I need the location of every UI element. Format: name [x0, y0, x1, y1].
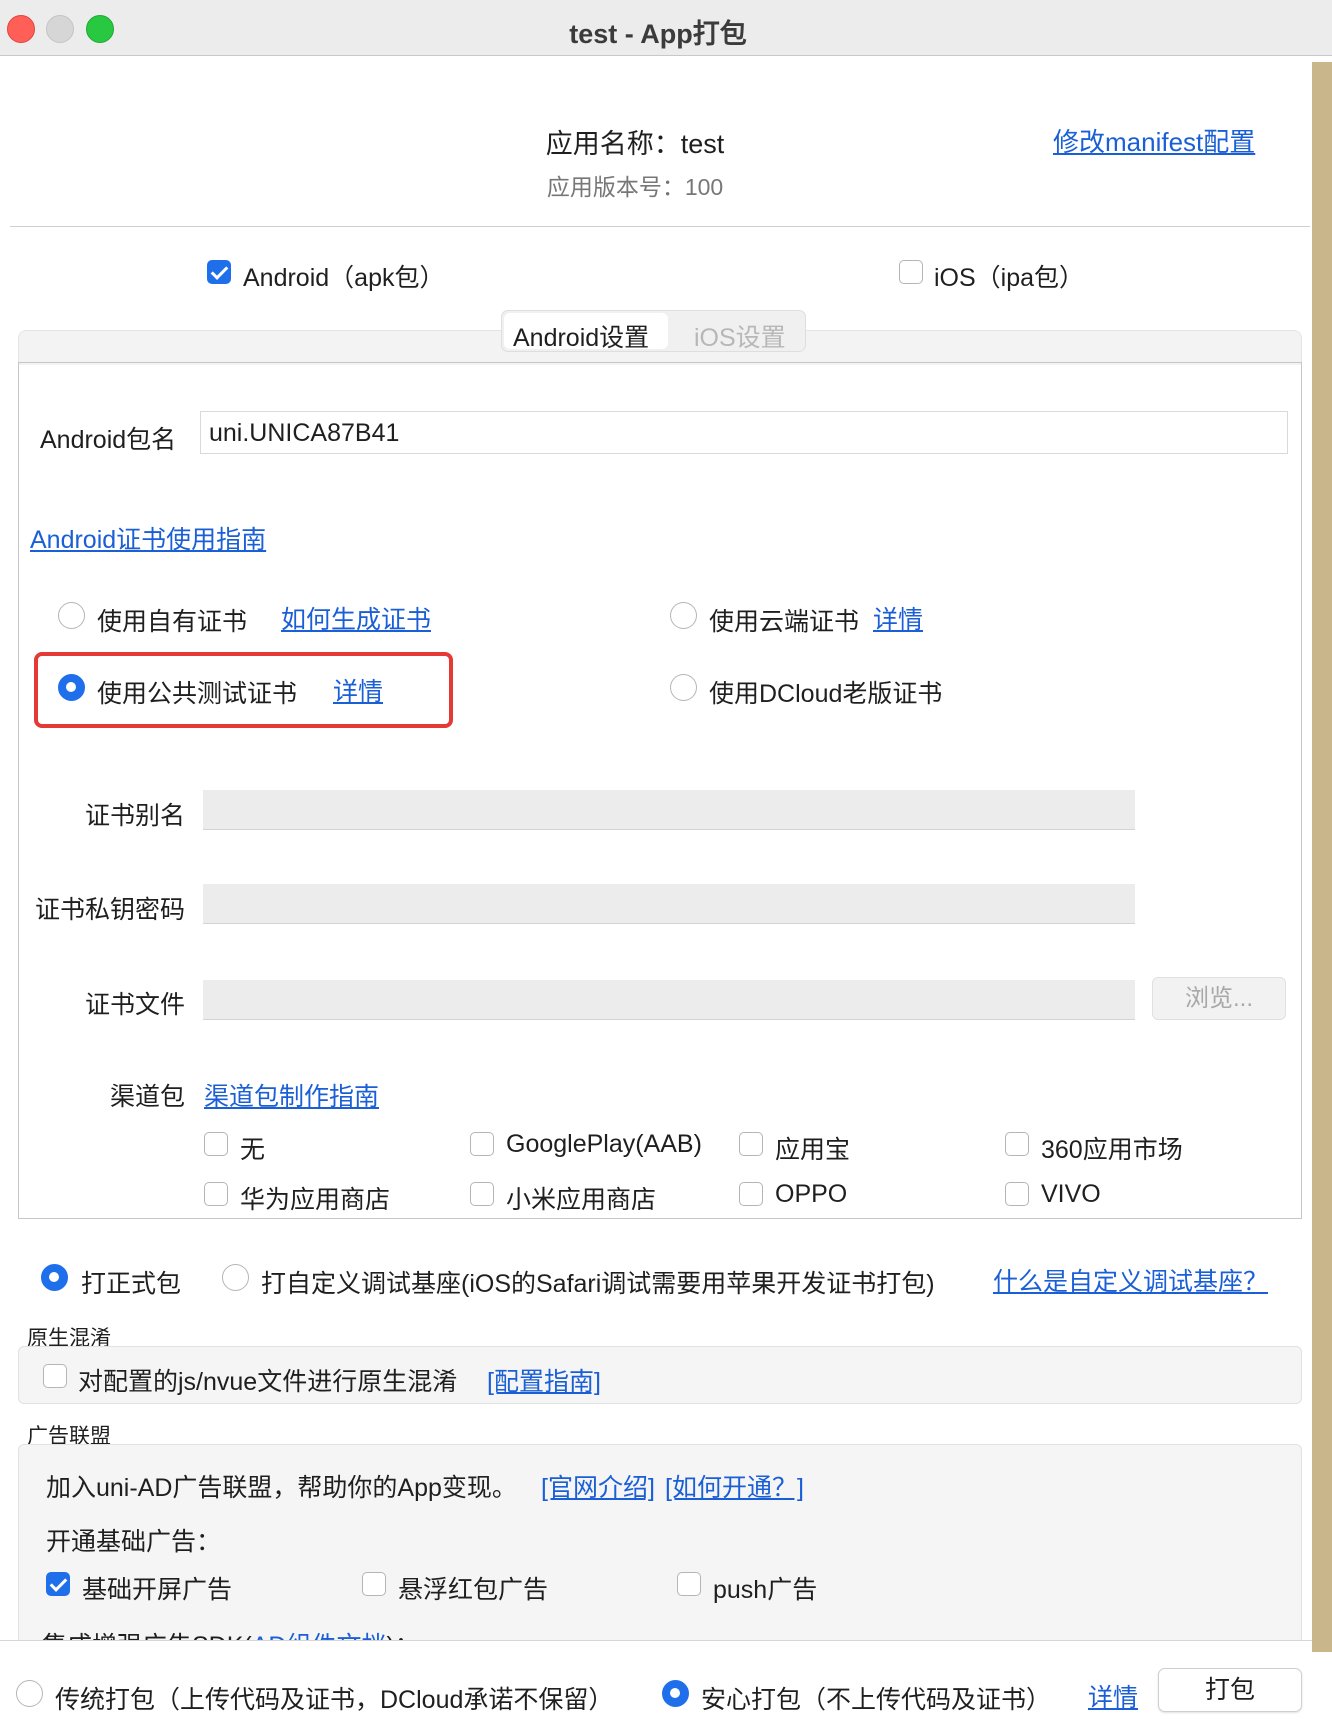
channel-oppo-label: OPPO [775, 1180, 848, 1208]
channel-none-checkbox[interactable] [204, 1132, 228, 1156]
channel-label: 渠道包 [109, 1083, 185, 1111]
obfuscation-guide-link[interactable]: [配置指南] [487, 1362, 601, 1398]
own-cert-label: 使用自有证书 [97, 608, 248, 636]
obfuscation-checkbox[interactable] [43, 1364, 67, 1388]
channel-xiaomi-label: 小米应用商店 [506, 1186, 657, 1214]
cert-file-input[interactable] [203, 980, 1135, 1020]
browse-button[interactable]: 浏览... [1152, 977, 1286, 1020]
side-scroll-edge [1312, 62, 1332, 1652]
how-to-generate-cert-link[interactable]: 如何生成证书 [281, 600, 431, 636]
push-ad-label: push广告 [713, 1576, 818, 1604]
traditional-pack-label: 传统打包（上传代码及证书，DCloud承诺不保留） [55, 1686, 614, 1714]
release-build-radio[interactable] [41, 1264, 68, 1291]
channel-guide-link[interactable]: 渠道包制作指南 [204, 1077, 379, 1113]
custom-base-label: 打自定义调试基座(iOS的Safari调试需要用苹果开发证书打包) [261, 1270, 935, 1298]
floating-redpacket-ad-label: 悬浮红包广告 [398, 1576, 549, 1604]
release-build-label: 打正式包 [81, 1270, 182, 1298]
cert-password-input[interactable] [203, 884, 1135, 924]
own-cert-radio[interactable] [58, 602, 85, 629]
tab-ios-settings[interactable]: iOS设置 [694, 318, 786, 354]
safe-pack-label: 安心打包（不上传代码及证书） [701, 1686, 1052, 1714]
channel-yingyongbao-checkbox[interactable] [739, 1132, 763, 1156]
channel-360-checkbox[interactable] [1005, 1132, 1029, 1156]
manifest-config-link[interactable]: 修改manifest配置 [1053, 122, 1255, 159]
dcloud-old-cert-radio[interactable] [670, 674, 697, 701]
ios-platform-checkbox[interactable] [899, 260, 923, 284]
package-name-value: uni.UNICA87B41 [209, 419, 400, 447]
package-name-input[interactable]: uni.UNICA87B41 [200, 411, 1288, 454]
custom-base-help-link[interactable]: 什么是自定义调试基座？ [993, 1262, 1268, 1298]
splash-ad-label: 基础开屏广告 [82, 1576, 233, 1604]
ads-how-to-open-link[interactable]: [如何开通？] [665, 1468, 804, 1504]
channel-vivo-label: VIVO [1041, 1180, 1101, 1208]
channel-googleplay-label: GooglePlay(AAB) [506, 1130, 702, 1158]
splash-ad-checkbox[interactable] [46, 1572, 70, 1596]
title-bar: test - App打包 [0, 0, 1332, 56]
cert-password-label: 证书私钥密码 [34, 896, 185, 924]
tab-android-settings[interactable]: Android设置 [513, 318, 649, 354]
header-divider [10, 226, 1310, 227]
app-version: 应用版本号：100 [546, 174, 724, 200]
channel-googleplay-checkbox[interactable] [470, 1132, 494, 1156]
push-ad-checkbox[interactable] [677, 1572, 701, 1596]
ads-intro-link[interactable]: [官网介绍] [541, 1468, 655, 1504]
basic-ads-title: 开通基础广告： [46, 1528, 222, 1556]
channel-huawei-label: 华为应用商店 [240, 1186, 391, 1214]
pack-button[interactable]: 打包 [1158, 1668, 1302, 1712]
obfuscation-label: 对配置的js/nvue文件进行原生混淆 [78, 1368, 458, 1396]
app-name: 应用名称：test [545, 129, 725, 159]
cert-file-label: 证书文件 [84, 991, 185, 1019]
cert-alias-label: 证书别名 [84, 802, 185, 830]
custom-base-radio[interactable] [222, 1264, 249, 1291]
android-platform-label: Android（apk包） [243, 264, 445, 292]
window-title: test - App打包 [569, 19, 747, 49]
safe-pack-radio[interactable] [662, 1680, 689, 1707]
safe-pack-detail-link[interactable]: 详情 [1088, 1678, 1138, 1714]
ads-intro: 加入uni-AD广告联盟，帮助你的App变现。 [46, 1474, 517, 1502]
android-platform-checkbox[interactable] [207, 260, 231, 284]
channel-yingyongbao-label: 应用宝 [775, 1136, 851, 1164]
android-cert-guide-link[interactable]: Android证书使用指南 [30, 520, 266, 556]
public-test-cert-label: 使用公共测试证书 [97, 680, 298, 708]
cert-alias-input[interactable] [203, 790, 1135, 830]
channel-360-label: 360应用市场 [1041, 1136, 1183, 1164]
public-test-cert-radio[interactable] [58, 674, 85, 701]
public-test-cert-detail-link[interactable]: 详情 [333, 672, 383, 708]
channel-xiaomi-checkbox[interactable] [470, 1182, 494, 1206]
cloud-cert-label: 使用云端证书 [709, 608, 860, 636]
cloud-cert-detail-link[interactable]: 详情 [873, 600, 923, 636]
channel-huawei-checkbox[interactable] [204, 1182, 228, 1206]
dcloud-old-cert-label: 使用DCloud老版证书 [709, 680, 943, 708]
package-name-label: Android包名 [40, 426, 177, 454]
channel-oppo-checkbox[interactable] [739, 1182, 763, 1206]
floating-redpacket-ad-checkbox[interactable] [362, 1572, 386, 1596]
ios-platform-label: iOS（ipa包） [934, 264, 1085, 292]
channel-vivo-checkbox[interactable] [1005, 1182, 1029, 1206]
channel-none-label: 无 [240, 1136, 266, 1164]
cloud-cert-radio[interactable] [670, 602, 697, 629]
traditional-pack-radio[interactable] [16, 1680, 43, 1707]
